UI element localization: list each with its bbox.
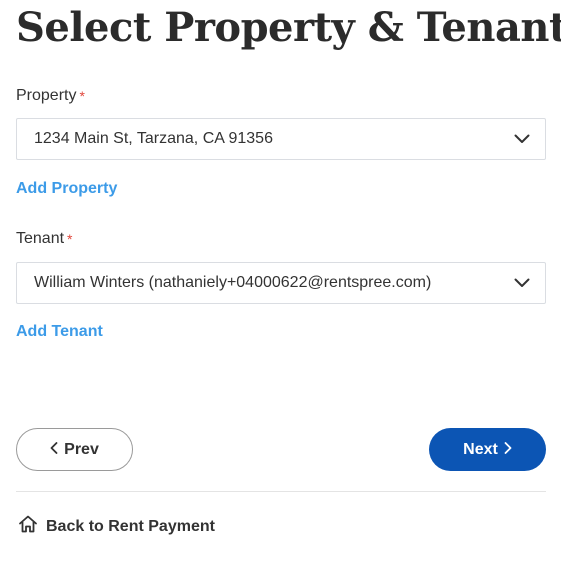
chevron-down-icon bbox=[513, 130, 531, 148]
property-label: Property * bbox=[16, 86, 85, 106]
footer-divider bbox=[16, 491, 546, 492]
add-tenant-link[interactable]: Add Tenant bbox=[16, 322, 103, 342]
property-select-value: 1234 Main St, Tarzana, CA 91356 bbox=[34, 130, 273, 147]
property-required-mark: * bbox=[79, 88, 85, 104]
tenant-select[interactable]: William Winters (nathaniely+04000622@ren… bbox=[16, 262, 546, 304]
back-link-label: Back to Rent Payment bbox=[46, 517, 215, 535]
chevron-down-icon bbox=[513, 274, 531, 292]
tenant-required-mark: * bbox=[67, 231, 73, 247]
prev-button[interactable]: Prev bbox=[16, 428, 133, 471]
page-title: Select Property & Tenant bbox=[16, 4, 561, 51]
next-button-label: Next bbox=[463, 440, 498, 458]
chevron-right-icon bbox=[504, 441, 512, 459]
tenant-select-value: William Winters (nathaniely+04000622@ren… bbox=[34, 274, 432, 291]
property-select[interactable]: 1234 Main St, Tarzana, CA 91356 bbox=[16, 118, 546, 160]
back-to-rent-payment-link[interactable]: Back to Rent Payment bbox=[18, 514, 215, 539]
tenant-label-text: Tenant bbox=[16, 230, 65, 247]
chevron-left-icon bbox=[50, 441, 58, 459]
next-button[interactable]: Next bbox=[429, 428, 546, 471]
home-icon bbox=[18, 514, 38, 539]
property-label-text: Property bbox=[16, 87, 77, 104]
tenant-label: Tenant * bbox=[16, 229, 73, 249]
add-property-link[interactable]: Add Property bbox=[16, 179, 117, 199]
prev-button-label: Prev bbox=[64, 440, 99, 458]
select-property-tenant-page: Select Property & Tenant Property * 1234 … bbox=[0, 0, 561, 566]
